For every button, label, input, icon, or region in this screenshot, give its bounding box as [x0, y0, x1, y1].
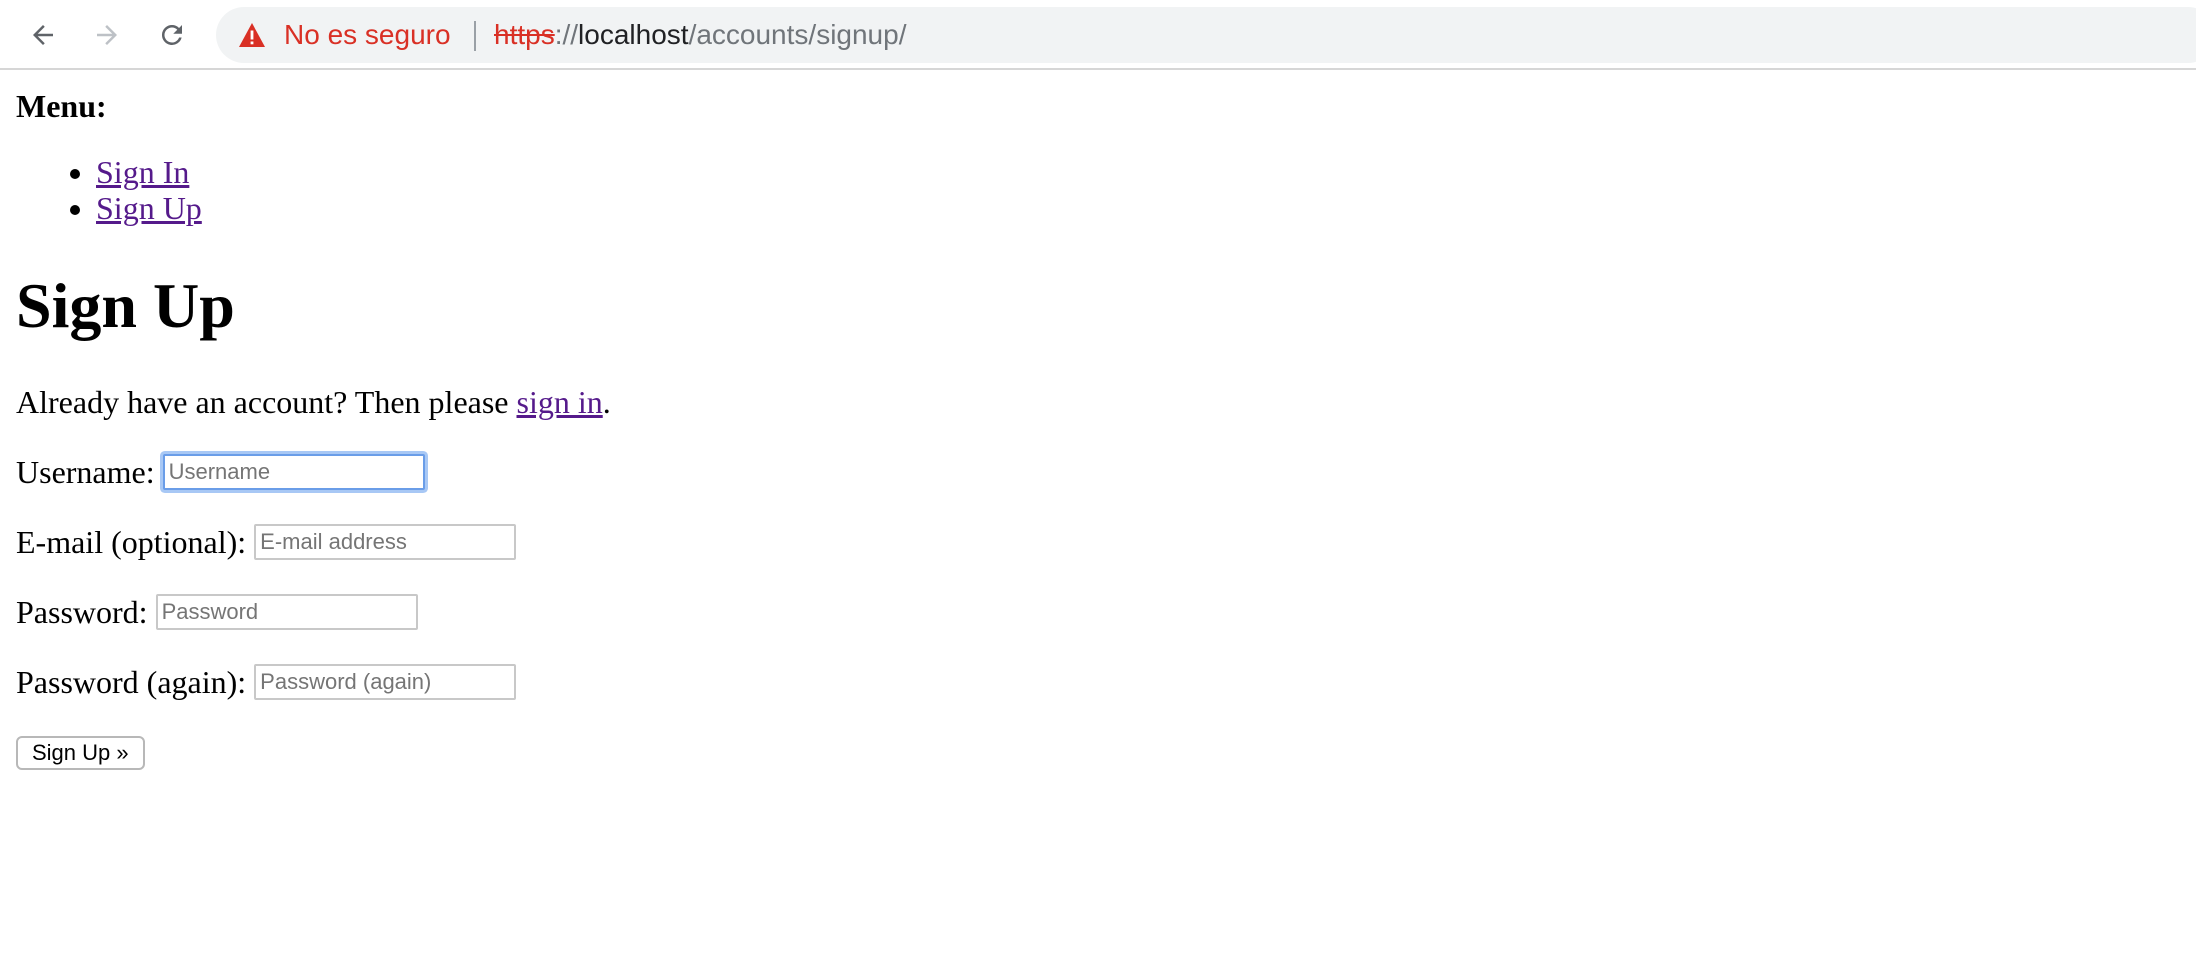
- menu-item-sign-up: Sign Up: [96, 190, 202, 226]
- arrow-right-icon: [97, 25, 117, 45]
- reload-icon: [161, 24, 182, 45]
- page-title: Sign Up: [16, 270, 235, 341]
- menu-list: Sign In Sign Up: [16, 154, 202, 226]
- url-host: localhost: [578, 19, 689, 50]
- security-status[interactable]: No es seguro: [284, 7, 451, 63]
- forward-button[interactable]: [84, 12, 130, 58]
- url-path: /accounts/signup/: [688, 19, 907, 50]
- address-divider: [474, 21, 476, 51]
- username-row: Username:: [16, 452, 425, 492]
- email-input[interactable]: [254, 524, 517, 560]
- password-again-input[interactable]: [254, 664, 517, 700]
- sign-up-button[interactable]: Sign Up »: [16, 736, 145, 770]
- back-button[interactable]: [20, 12, 66, 58]
- menu-item-sign-in: Sign In: [96, 154, 202, 190]
- intro-suffix: .: [602, 384, 611, 420]
- browser-toolbar: No es seguro https://localhost/accounts/…: [0, 0, 2196, 70]
- url-text[interactable]: https://localhost/accounts/signup/: [494, 7, 906, 63]
- sign-up-link[interactable]: Sign Up: [96, 190, 202, 226]
- email-row: E-mail (optional):: [16, 522, 517, 562]
- password-again-row: Password (again):: [16, 662, 517, 702]
- address-bar[interactable]: No es seguro https://localhost/accounts/…: [216, 7, 2196, 63]
- arrow-left-icon: [33, 25, 53, 45]
- sign-in-link[interactable]: Sign In: [96, 154, 189, 190]
- username-label: Username:: [16, 453, 155, 490]
- warning-icon: [239, 23, 265, 47]
- intro-sign-in-link[interactable]: sign in: [517, 384, 603, 420]
- password-row: Password:: [16, 592, 418, 632]
- intro-text: Already have an account? Then please sig…: [16, 382, 611, 422]
- menu-title: Menu:: [16, 88, 107, 124]
- email-label: E-mail (optional):: [16, 523, 247, 560]
- password-input[interactable]: [155, 594, 418, 630]
- password-label: Password:: [16, 593, 148, 630]
- url-separator: ://: [554, 19, 579, 50]
- password-again-label: Password (again):: [16, 663, 247, 700]
- reload-button[interactable]: [149, 12, 195, 58]
- username-input[interactable]: [162, 454, 425, 490]
- intro-prefix: Already have an account? Then please: [16, 384, 517, 420]
- url-scheme: https: [494, 19, 555, 50]
